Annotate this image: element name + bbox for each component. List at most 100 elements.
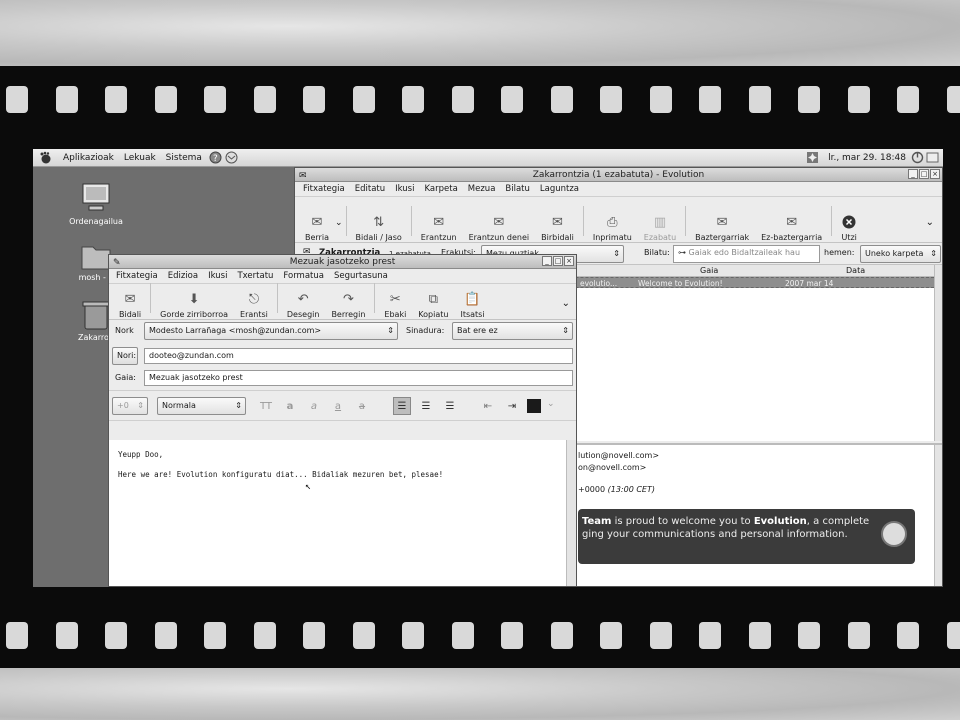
evolution-titlebar[interactable]: ✉ Zakarrontzia (1 ezabatuta) - Evolution… bbox=[295, 168, 942, 182]
trash-icon: ▥ bbox=[653, 214, 667, 230]
menu-folder[interactable]: Karpeta bbox=[419, 184, 462, 194]
from-select[interactable]: Modesto Larrañaga <mosh@zundan.com> ⇕ bbox=[144, 322, 398, 340]
junk-button[interactable]: ✉ Baztergarriak bbox=[689, 200, 755, 243]
new-button[interactable]: ✉ Berria bbox=[299, 200, 335, 243]
menu-file[interactable]: Fitxategia bbox=[298, 184, 350, 194]
redo-button[interactable]: ↷ Berregin bbox=[325, 287, 371, 320]
forward-icon: ✉ bbox=[552, 214, 563, 230]
bold-icon[interactable]: a bbox=[281, 397, 299, 415]
show-desktop-icon[interactable] bbox=[926, 151, 939, 164]
strikethrough-icon[interactable]: a bbox=[353, 397, 371, 415]
film-sprocket-hole bbox=[798, 86, 820, 113]
menu-insert[interactable]: Txertatu bbox=[232, 271, 278, 281]
signature-select[interactable]: Bat ere ez ⇕ bbox=[452, 322, 573, 340]
forward-button[interactable]: ✉ Birbidali bbox=[535, 200, 580, 243]
font-size-select[interactable]: +0 ⇕ bbox=[112, 397, 148, 415]
menu-view[interactable]: Ikusi bbox=[203, 271, 232, 281]
body-scrollbar[interactable] bbox=[566, 440, 576, 586]
toolbar-overflow-chevron-icon[interactable]: ⌄ bbox=[562, 298, 570, 309]
desktop-icon-label: Ordenagailua bbox=[69, 217, 123, 226]
power-icon[interactable] bbox=[911, 151, 924, 164]
evolution-menubar: Fitxategia Editatu Ikusi Karpeta Mezua B… bbox=[295, 182, 942, 197]
monospace-icon[interactable]: TT bbox=[257, 397, 275, 415]
minimize-button[interactable]: _ bbox=[908, 169, 918, 179]
menu-search[interactable]: Bilatu bbox=[500, 184, 534, 194]
search-scope-select[interactable]: Uneko karpeta ⇕ bbox=[860, 245, 941, 263]
update-notifier-icon[interactable] bbox=[806, 151, 819, 164]
send-receive-button[interactable]: ⇅ Bidali / Jaso bbox=[350, 200, 408, 243]
copy-button[interactable]: ⧉ Kopiatu bbox=[412, 287, 454, 320]
outdent-icon[interactable]: ⇤ bbox=[479, 397, 497, 415]
junk-icon: ✉ bbox=[716, 214, 728, 230]
not-junk-button[interactable]: ✉ Ez-baztergarria bbox=[755, 200, 828, 243]
film-sprocket-hole bbox=[946, 86, 960, 113]
delete-button[interactable]: ▥ Ezabatu bbox=[638, 200, 682, 243]
to-field[interactable]: dooteo@zundan.com bbox=[144, 348, 573, 364]
menu-view[interactable]: Ikusi bbox=[390, 184, 419, 194]
select-arrows-icon: ⇕ bbox=[387, 326, 394, 335]
italic-icon[interactable]: a bbox=[305, 397, 323, 415]
print-button[interactable]: ⎙ Inprimatu bbox=[587, 200, 638, 243]
message-body[interactable]: Yeupp Doo, Here we are! Evolution konfig… bbox=[109, 440, 576, 586]
svg-text:?: ? bbox=[213, 154, 218, 164]
save-draft-button[interactable]: ⬇ Gorde zirriborroa bbox=[154, 287, 234, 320]
menu-file[interactable]: Fitxategia bbox=[111, 271, 163, 281]
film-sprocket-hole bbox=[105, 86, 127, 113]
attach-button[interactable]: ⎋ Erantsi bbox=[234, 287, 274, 320]
menu-edit[interactable]: Editatu bbox=[350, 184, 390, 194]
panel-menu-places[interactable]: Lekuak bbox=[119, 153, 161, 163]
panel-clock[interactable]: lr., mar 29. 18:48 bbox=[823, 153, 911, 163]
minimize-button[interactable]: _ bbox=[542, 256, 552, 266]
align-left-icon[interactable]: ☰ bbox=[393, 397, 411, 415]
subject-field[interactable]: Mezuak jasotzeko prest bbox=[144, 370, 573, 386]
toolbar-overflow-chevron-icon[interactable]: ⌄ bbox=[926, 217, 934, 228]
evolution-logo-icon bbox=[881, 521, 907, 547]
indent-icon[interactable]: ⇥ bbox=[503, 397, 521, 415]
to-button[interactable]: Nori: bbox=[112, 347, 138, 365]
mail-launcher-icon[interactable] bbox=[225, 151, 238, 164]
send-button[interactable]: ✉ Bidali bbox=[113, 287, 147, 320]
paste-button[interactable]: 📋 Itsatsi bbox=[454, 287, 490, 320]
new-message-icon: ✉ bbox=[311, 214, 323, 230]
select-arrows-icon: ⇕ bbox=[613, 249, 620, 258]
reply-all-button[interactable]: ✉ Erantzun denei bbox=[463, 200, 536, 243]
undo-button[interactable]: ↶ Desegin bbox=[281, 287, 326, 320]
column-subject[interactable]: Gaia bbox=[700, 266, 718, 275]
menu-message[interactable]: Mezua bbox=[463, 184, 501, 194]
gnome-foot-icon[interactable] bbox=[39, 151, 52, 164]
select-arrows-icon: ⇕ bbox=[562, 326, 569, 335]
film-sprocket-hole bbox=[154, 622, 177, 649]
menu-edit[interactable]: Edizioa bbox=[163, 271, 203, 281]
close-button[interactable]: × bbox=[930, 169, 940, 179]
stop-button[interactable]: Utzi bbox=[835, 200, 863, 242]
desktop-icon-computer[interactable]: Ordenagailua bbox=[61, 181, 131, 226]
film-sprocket-hole bbox=[6, 622, 28, 649]
new-dropdown-chevron-icon[interactable]: ⌄ bbox=[335, 218, 343, 228]
film-sprocket-hole bbox=[451, 622, 474, 649]
menu-format[interactable]: Formatua bbox=[278, 271, 329, 281]
panel-menu-applications[interactable]: Aplikazioak bbox=[58, 153, 119, 163]
stop-icon bbox=[841, 215, 857, 229]
preview-scrollbar[interactable] bbox=[934, 445, 942, 586]
menu-help[interactable]: Laguntza bbox=[535, 184, 584, 194]
composer-titlebar[interactable]: ✎ Mezuak jasotzeko prest _ □ × bbox=[109, 255, 576, 269]
panel-menu-system[interactable]: Sistema bbox=[161, 153, 207, 163]
paragraph-style-select[interactable]: Normala ⇕ bbox=[157, 397, 246, 415]
search-input[interactable]: ⊶ Gaiak edo Bidaltzaileak hau bbox=[673, 245, 820, 263]
align-right-icon[interactable]: ☰ bbox=[441, 397, 459, 415]
color-chevron-icon[interactable]: ⌄ bbox=[547, 399, 555, 415]
select-arrows-icon: ⇕ bbox=[930, 249, 937, 258]
cut-button[interactable]: ✂ Ebaki bbox=[378, 287, 412, 320]
reply-button[interactable]: ✉ Erantzun bbox=[415, 200, 463, 243]
column-date[interactable]: Data bbox=[846, 266, 865, 275]
align-center-icon[interactable]: ☰ bbox=[417, 397, 435, 415]
composer-toolbar: ✉ Bidali ⬇ Gorde zirriborroa ⎋ Erantsi ↶ Des… bbox=[109, 283, 576, 320]
help-icon[interactable]: ? bbox=[209, 151, 222, 164]
underline-icon[interactable]: a bbox=[329, 397, 347, 415]
menu-security[interactable]: Segurtasuna bbox=[329, 271, 393, 281]
maximize-button[interactable]: □ bbox=[553, 256, 563, 266]
close-button[interactable]: × bbox=[564, 256, 574, 266]
text-color-swatch[interactable] bbox=[527, 399, 541, 413]
message-list-scrollbar[interactable] bbox=[934, 265, 942, 441]
maximize-button[interactable]: □ bbox=[919, 169, 929, 179]
